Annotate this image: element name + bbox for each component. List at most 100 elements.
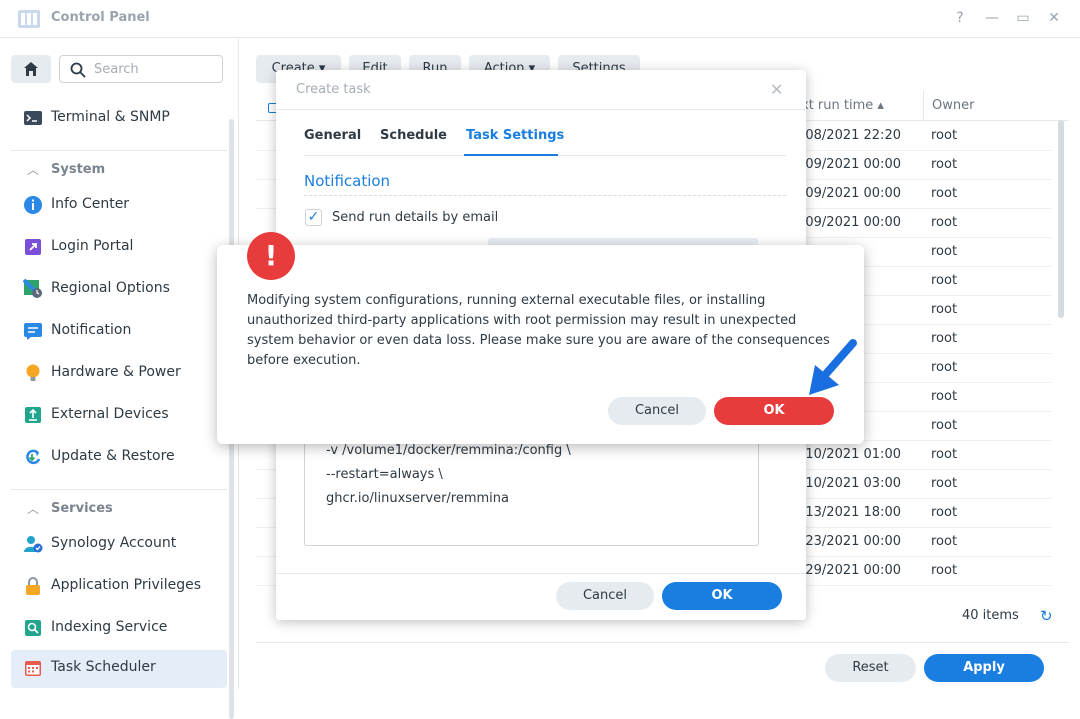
dialog-cancel-button[interactable]: Cancel <box>556 582 654 610</box>
minimize-icon[interactable]: — <box>982 8 1002 28</box>
section-label: Services <box>51 501 113 516</box>
owner-cell: root <box>931 418 958 433</box>
sidebar-item-external-devices[interactable]: External Devices <box>11 397 227 433</box>
pointer-arrow-icon <box>809 339 857 395</box>
tab-schedule[interactable]: Schedule <box>380 128 447 143</box>
owner-cell: root <box>931 505 958 520</box>
owner-cell: root <box>931 447 958 462</box>
items-count: 40 items <box>962 608 1019 623</box>
close-icon[interactable]: ✕ <box>1044 8 1064 28</box>
login-portal-icon <box>25 239 41 255</box>
sidebar-item-update-restore[interactable]: Update & Restore <box>11 439 227 475</box>
owner-cell: root <box>931 128 958 143</box>
terminal-icon <box>24 111 42 125</box>
sidebar-item-synology-account[interactable]: Synology Account <box>11 526 227 562</box>
warning-alert: ! Modifying system configurations, runni… <box>217 232 864 444</box>
grid-scrollbar[interactable] <box>1058 120 1064 318</box>
dialog-ok-button[interactable]: OK <box>662 582 782 610</box>
alert-cancel-button[interactable]: Cancel <box>608 397 706 425</box>
sidebar-item-terminal-snmp[interactable]: Terminal & SNMP <box>11 100 227 136</box>
dialog-title: Create task <box>296 82 371 97</box>
update-icon <box>26 449 41 465</box>
warning-icon: ! <box>247 232 295 280</box>
next-run-cell: /29/2021 00:00 <box>801 563 901 578</box>
script-line: ghcr.io/linuxserver/remmina <box>326 491 509 506</box>
sidebar-item-label: Synology Account <box>51 535 177 551</box>
next-run-cell: /10/2021 03:00 <box>801 476 901 491</box>
column-next-run-time[interactable]: xt run time ▴ <box>801 98 884 113</box>
send-email-label: Send run details by email <box>332 210 499 225</box>
sidebar-item-label: Notification <box>51 322 132 338</box>
lightbulb-icon <box>26 364 40 381</box>
indexing-icon <box>25 620 41 636</box>
footer-divider <box>256 642 1068 643</box>
sidebar-item-info-center[interactable]: Info Center <box>11 187 227 223</box>
next-run-cell: /09/2021 00:00 <box>801 215 901 230</box>
owner-cell: root <box>931 476 958 491</box>
chevron-up-icon: ︿ <box>27 502 40 516</box>
sidebar-item-application-privileges[interactable]: Application Privileges <box>11 568 227 604</box>
sidebar-item-label: Hardware & Power <box>51 364 181 380</box>
home-icon <box>24 62 38 76</box>
next-run-cell: /23/2021 00:00 <box>801 534 901 549</box>
notification-icon <box>24 323 42 340</box>
sidebar-item-hardware-power[interactable]: Hardware & Power <box>11 355 227 391</box>
sidebar-item-label: Application Privileges <box>51 577 201 593</box>
owner-cell: root <box>931 273 958 288</box>
search-placeholder: Search <box>94 62 139 77</box>
script-line: --restart=always \ <box>326 467 443 482</box>
account-icon <box>24 536 43 553</box>
tab-general[interactable]: General <box>304 128 361 143</box>
sidebar-item-label: Indexing Service <box>51 619 168 635</box>
section-services[interactable]: ︿ Services <box>11 489 227 525</box>
next-run-cell: /13/2021 18:00 <box>801 505 901 520</box>
owner-cell: root <box>931 534 958 549</box>
sidebar-item-notification[interactable]: Notification <box>11 313 227 349</box>
close-icon[interactable]: ✕ <box>770 80 783 99</box>
refresh-icon[interactable]: ↻ <box>1040 607 1053 625</box>
owner-cell: root <box>931 157 958 172</box>
apply-button[interactable]: Apply <box>924 654 1044 682</box>
info-icon <box>24 196 42 214</box>
alert-message: Modifying system configurations, running… <box>247 293 830 368</box>
owner-cell: root <box>931 331 958 346</box>
title-bar: Control Panel ? — ▭ ✕ <box>0 0 1080 38</box>
section-system[interactable]: ︿ System <box>11 150 227 186</box>
send-email-checkbox[interactable]: ✓ <box>305 209 322 226</box>
sidebar-item-label: External Devices <box>51 406 169 422</box>
column-owner[interactable]: Owner <box>932 98 974 113</box>
home-button[interactable] <box>11 55 51 83</box>
maximize-icon[interactable]: ▭ <box>1013 8 1033 28</box>
sidebar-item-regional-options[interactable]: Regional Options <box>11 271 227 307</box>
window-title: Control Panel <box>51 10 150 25</box>
sidebar-item-task-scheduler[interactable]: Task Scheduler <box>11 650 227 688</box>
active-tab-indicator <box>464 154 558 156</box>
calendar-icon <box>25 661 41 676</box>
owner-cell: root <box>931 215 958 230</box>
search-input[interactable]: Search <box>59 55 223 83</box>
owner-cell: root <box>931 244 958 259</box>
sidebar-item-label: Update & Restore <box>51 448 175 464</box>
owner-cell: root <box>931 389 958 404</box>
tab-task-settings[interactable]: Task Settings <box>466 128 564 143</box>
sidebar-item-indexing-service[interactable]: Indexing Service <box>11 610 227 646</box>
sidebar-item-label: Regional Options <box>51 280 170 296</box>
next-run-cell: /10/2021 01:00 <box>801 447 901 462</box>
owner-cell: root <box>931 302 958 317</box>
help-icon[interactable]: ? <box>950 8 970 28</box>
control-panel-icon <box>18 10 40 28</box>
owner-cell: root <box>931 186 958 201</box>
external-device-icon <box>25 407 41 423</box>
chevron-up-icon: ︿ <box>27 163 40 177</box>
reset-button[interactable]: Reset <box>825 654 916 682</box>
sidebar: Search Terminal & SNMP ︿ System Info Cen… <box>0 39 239 719</box>
next-run-cell: /09/2021 00:00 <box>801 157 901 172</box>
next-run-cell: /08/2021 22:20 <box>801 128 901 143</box>
section-label: System <box>51 162 106 177</box>
sidebar-item-label: Task Scheduler <box>51 659 156 675</box>
owner-cell: root <box>931 563 958 578</box>
sidebar-item-login-portal[interactable]: Login Portal <box>11 229 227 265</box>
sidebar-item-label: Login Portal <box>51 238 134 254</box>
lock-icon <box>26 577 40 595</box>
alert-ok-button[interactable]: OK <box>714 397 834 425</box>
